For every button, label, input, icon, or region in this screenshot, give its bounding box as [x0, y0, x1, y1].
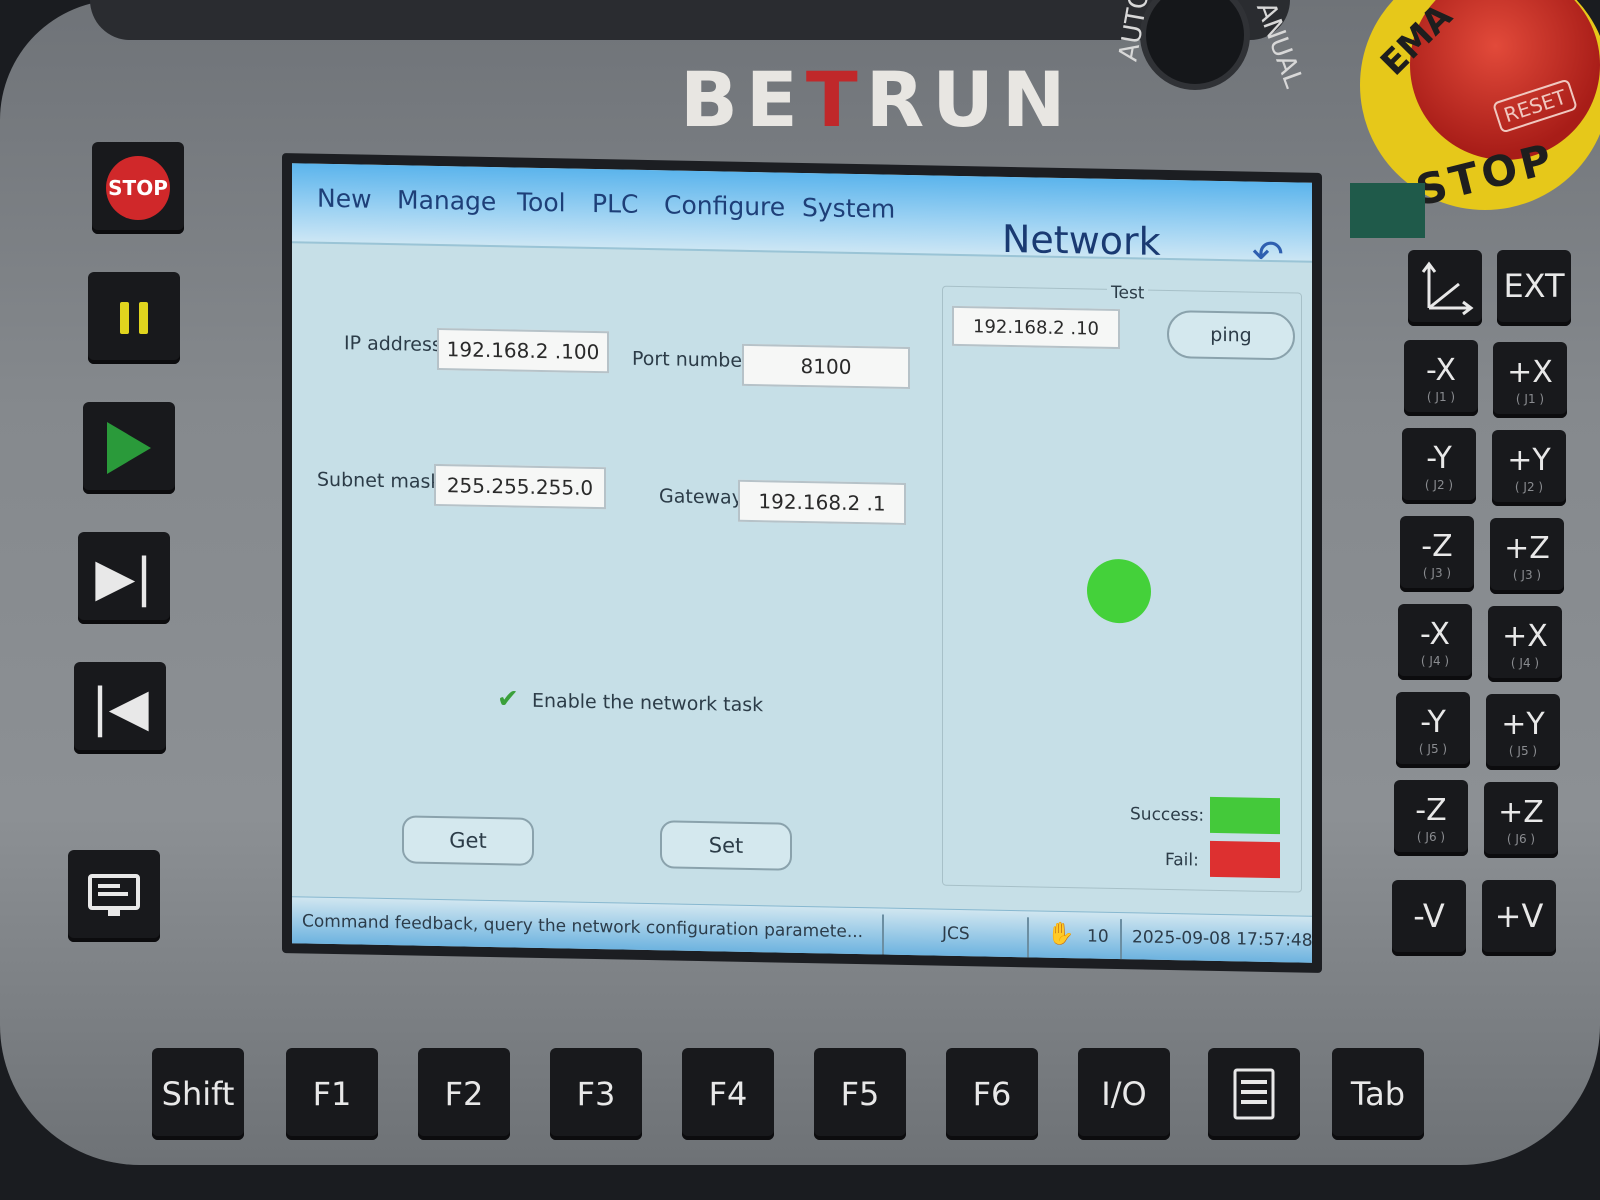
step-back-icon: |◀: [91, 678, 149, 738]
ip-address-field[interactable]: 192.168.2 .100: [437, 327, 609, 374]
coordinate-system-indicator: JCS: [942, 923, 970, 945]
f6-key[interactable]: F6: [946, 1048, 1038, 1140]
menu-configure[interactable]: Configure: [664, 190, 785, 221]
coordinate-axes-icon: [1421, 261, 1474, 316]
jog-plus-y-j2-key[interactable]: +Y( J2 ): [1492, 430, 1566, 506]
subnet-mask-label: Subnet mask:: [317, 468, 448, 494]
ext-key[interactable]: EXT: [1497, 250, 1571, 326]
jog-plus-rz-j6-key[interactable]: +Z( J6 ): [1484, 782, 1558, 858]
step-forward-icon: ▶|: [95, 548, 153, 608]
gateway-label: Gateway:: [659, 485, 748, 509]
f5-key[interactable]: F5: [814, 1048, 906, 1140]
port-number-field[interactable]: 8100: [742, 343, 910, 390]
brand-logo: BETRUN: [680, 55, 1074, 144]
step-forward-key[interactable]: ▶|: [78, 532, 170, 624]
test-group-title: Test: [1107, 282, 1149, 304]
play-icon: [107, 422, 151, 474]
network-settings-panel: IP address: 192.168.2 .100 Port number: …: [292, 243, 1312, 913]
stop-icon: STOP: [106, 156, 170, 220]
f1-key[interactable]: F1: [286, 1048, 378, 1140]
monitor-icon: [88, 874, 140, 916]
document-list-icon: [1233, 1068, 1275, 1120]
success-legend-label: Success:: [1130, 804, 1205, 826]
menu-tool[interactable]: Tool: [517, 188, 566, 218]
get-button[interactable]: Get: [402, 815, 534, 866]
jog-plus-rx-j4-key[interactable]: +X( J4 ): [1488, 606, 1562, 682]
step-back-key[interactable]: |◀: [74, 662, 166, 754]
enable-network-checkbox[interactable]: ✔: [497, 684, 521, 714]
enable-switch-tab[interactable]: [1350, 183, 1425, 238]
ping-target-field[interactable]: 192.168.2 .10: [952, 305, 1120, 350]
ip-address-label: IP address:: [344, 332, 449, 357]
fail-legend-swatch: [1210, 840, 1280, 879]
run-key[interactable]: [83, 402, 175, 494]
hmi-screen: New Manage Tool PLC Configure System Net…: [282, 153, 1322, 973]
jog-minus-rz-j6-key[interactable]: -Z( J6 ): [1394, 780, 1468, 856]
enable-network-label: Enable the network task: [532, 689, 764, 717]
ping-button[interactable]: ping: [1167, 309, 1295, 361]
gateway-field[interactable]: 192.168.2 .1: [738, 479, 906, 525]
shift-key[interactable]: Shift: [152, 1048, 244, 1140]
set-button[interactable]: Set: [660, 820, 792, 871]
jog-minus-z-j3-key[interactable]: -Z( J3 ): [1400, 516, 1474, 592]
menu-manage[interactable]: Manage: [397, 185, 496, 216]
jog-minus-rx-j4-key[interactable]: -X( J4 ): [1398, 604, 1472, 680]
f4-key[interactable]: F4: [682, 1048, 774, 1140]
jog-minus-y-j2-key[interactable]: -Y( J2 ): [1402, 428, 1476, 504]
program-list-key[interactable]: [1208, 1048, 1300, 1140]
tab-key[interactable]: Tab: [1332, 1048, 1424, 1140]
stop-key[interactable]: STOP: [92, 142, 184, 234]
datetime-display: 2025-09-08 17:57:48: [1132, 927, 1313, 951]
port-number-label: Port number:: [632, 347, 756, 373]
menu-plc[interactable]: PLC: [592, 189, 638, 219]
pause-key[interactable]: [88, 272, 180, 364]
jog-plus-ry-j5-key[interactable]: +Y( J5 ): [1486, 694, 1560, 770]
subnet-mask-field[interactable]: 255.255.255.0: [434, 463, 606, 510]
pause-icon: [120, 302, 148, 334]
f3-key[interactable]: F3: [550, 1048, 642, 1140]
jog-minus-x-j1-key[interactable]: -X( J1 ): [1404, 340, 1478, 416]
speed-minus-key[interactable]: -V: [1392, 880, 1466, 956]
monitor-key[interactable]: [68, 850, 160, 942]
io-key[interactable]: I/O: [1078, 1048, 1170, 1140]
ping-status-indicator: [1087, 558, 1151, 624]
fail-legend-label: Fail:: [1165, 849, 1199, 871]
menu-new[interactable]: New: [317, 184, 372, 214]
speed-plus-key[interactable]: +V: [1482, 880, 1556, 956]
hand-icon: ✋: [1047, 921, 1075, 948]
jog-plus-x-j1-key[interactable]: +X( J1 ): [1493, 342, 1567, 418]
speed-value: 10: [1087, 926, 1109, 947]
success-legend-swatch: [1210, 796, 1280, 835]
jog-plus-z-j3-key[interactable]: +Z( J3 ): [1490, 518, 1564, 594]
housing-top-strip: [90, 0, 1290, 40]
jog-minus-ry-j5-key[interactable]: -Y( J5 ): [1396, 692, 1470, 768]
menu-system[interactable]: System: [802, 193, 895, 224]
f2-key[interactable]: F2: [418, 1048, 510, 1140]
command-feedback-text: Command feedback, query the network conf…: [302, 911, 864, 943]
coordinate-frame-key[interactable]: [1408, 250, 1482, 326]
